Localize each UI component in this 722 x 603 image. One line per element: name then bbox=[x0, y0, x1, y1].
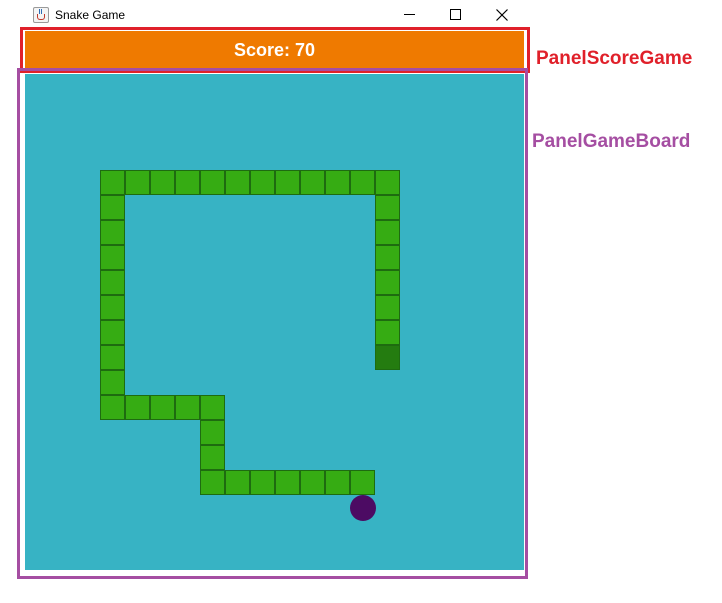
minimize-button[interactable] bbox=[387, 0, 433, 30]
minimize-icon bbox=[404, 14, 415, 15]
score-panel-highlight bbox=[20, 27, 530, 73]
close-button[interactable] bbox=[479, 0, 525, 30]
maximize-button[interactable] bbox=[433, 0, 479, 30]
window-title: Snake Game bbox=[55, 8, 126, 22]
close-icon bbox=[496, 9, 508, 21]
java-cup-icon bbox=[33, 7, 49, 23]
maximize-icon bbox=[450, 9, 461, 20]
window-title-bar[interactable]: Snake Game bbox=[0, 0, 722, 30]
score-panel-annotation: PanelScoreGame bbox=[536, 48, 693, 69]
game-board-highlight bbox=[17, 68, 528, 579]
game-board-annotation: PanelGameBoard bbox=[532, 131, 691, 152]
